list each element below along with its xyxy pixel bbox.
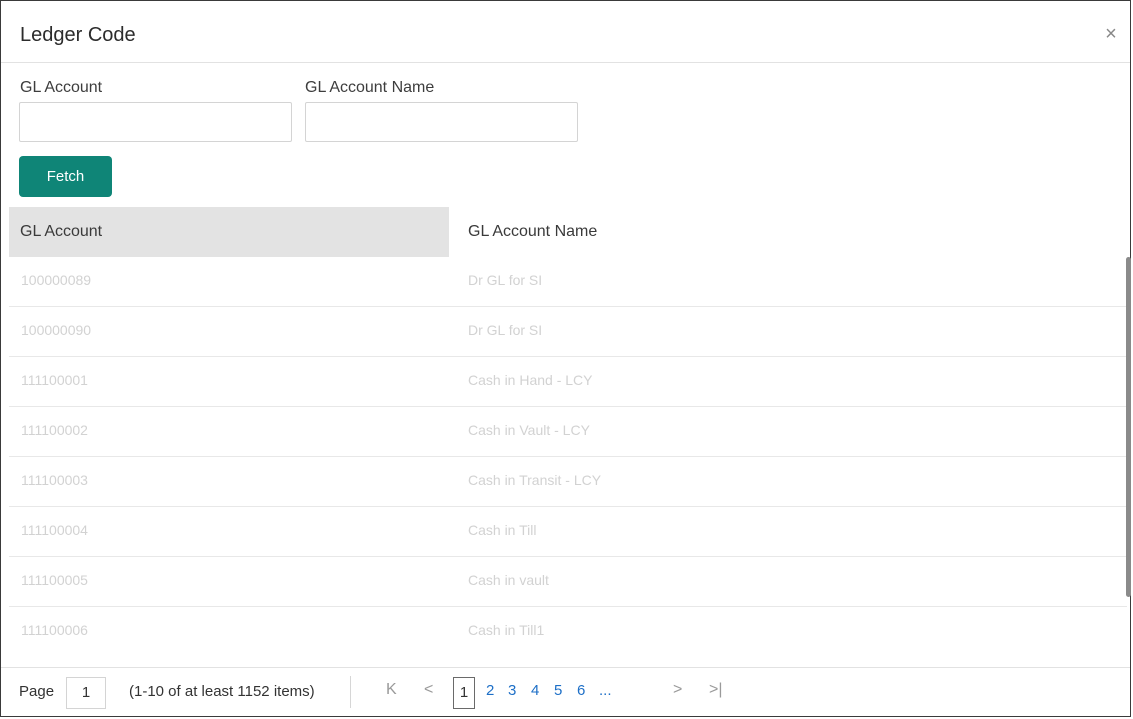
- page-6-link[interactable]: 6: [577, 682, 585, 699]
- page-3-link[interactable]: 3: [508, 682, 516, 699]
- gl-account-cell: 111100002: [21, 422, 88, 438]
- page-number-input[interactable]: 1: [66, 677, 106, 709]
- page-5-link[interactable]: 5: [554, 682, 562, 699]
- gl-account-cell: 100000089: [21, 272, 92, 288]
- gl-account-cell: 111100005: [21, 572, 88, 588]
- current-page-button[interactable]: 1: [453, 677, 475, 709]
- gl-account-name-input[interactable]: [305, 102, 578, 142]
- table-header: GL Account GL Account Name: [9, 207, 1127, 257]
- gl-account-cell: 111100006: [21, 622, 88, 638]
- gl-account-cell: 100000090: [21, 322, 92, 338]
- column-header-gl-account[interactable]: GL Account: [9, 207, 449, 257]
- table-row[interactable]: 111100002 Cash in Vault - LCY: [9, 407, 1127, 457]
- table-body: 100000089 Dr GL for SI 100000090 Dr GL f…: [9, 257, 1127, 653]
- gl-account-cell: 111100001: [21, 372, 88, 388]
- table-row[interactable]: 100000089 Dr GL for SI: [9, 257, 1127, 307]
- table-row[interactable]: 111100001 Cash in Hand - LCY: [9, 357, 1127, 407]
- first-page-icon[interactable]: K: [386, 681, 397, 699]
- gl-account-name-cell: Cash in Till: [468, 522, 537, 538]
- more-pages-ellipsis[interactable]: ...: [599, 682, 612, 699]
- gl-account-cell: 111100003: [21, 472, 88, 488]
- column-header-gl-account-name[interactable]: GL Account Name: [449, 207, 1127, 257]
- gl-account-name-cell: Cash in Till1: [468, 622, 545, 638]
- gl-account-name-cell: Cash in Vault - LCY: [468, 422, 590, 438]
- page-2-link[interactable]: 2: [486, 682, 494, 699]
- vertical-scrollbar[interactable]: [1126, 257, 1131, 597]
- table-row[interactable]: 100000090 Dr GL for SI: [9, 307, 1127, 357]
- pagination-divider: [350, 676, 351, 708]
- table-row[interactable]: 111100006 Cash in Till1: [9, 607, 1127, 653]
- gl-account-label: GL Account: [20, 79, 103, 96]
- ledger-code-dialog: Ledger Code × GL Account GL Account Name…: [0, 0, 1131, 717]
- table-row[interactable]: 111100003 Cash in Transit - LCY: [9, 457, 1127, 507]
- close-icon[interactable]: ×: [1100, 23, 1122, 45]
- gl-account-name-cell: Cash in Transit - LCY: [468, 472, 602, 488]
- gl-account-cell: 111100004: [21, 522, 88, 538]
- page-label: Page: [19, 683, 55, 700]
- pagination-bar: Page 1 (1-10 of at least 1152 items) K <…: [1, 667, 1130, 718]
- table-row[interactable]: 111100005 Cash in vault: [9, 557, 1127, 607]
- gl-account-name-cell: Cash in vault: [468, 572, 549, 588]
- table-row[interactable]: 111100004 Cash in Till: [9, 507, 1127, 557]
- gl-account-name-cell: Cash in Hand - LCY: [468, 372, 593, 388]
- gl-account-name-cell: Dr GL for SI: [468, 272, 543, 288]
- last-page-icon[interactable]: >|: [709, 681, 723, 699]
- prev-page-icon[interactable]: <: [424, 681, 433, 699]
- dialog-title: Ledger Code: [20, 24, 136, 46]
- page-4-link[interactable]: 4: [531, 682, 539, 699]
- gl-account-name-label: GL Account Name: [305, 79, 435, 96]
- dialog-header: Ledger Code ×: [1, 1, 1130, 63]
- next-page-icon[interactable]: >: [673, 681, 682, 699]
- fetch-button[interactable]: Fetch: [19, 156, 112, 197]
- gl-account-name-cell: Dr GL for SI: [468, 322, 543, 338]
- gl-account-input[interactable]: [19, 102, 292, 142]
- items-summary: (1-10 of at least 1152 items): [129, 683, 315, 700]
